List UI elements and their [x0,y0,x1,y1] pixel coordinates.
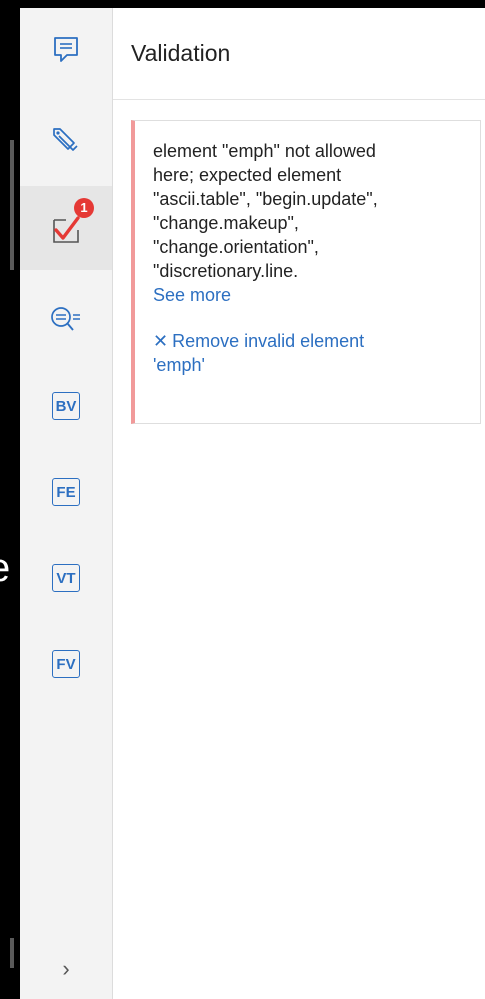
fv-panel-button[interactable]: FV [20,622,112,706]
background-window-edge: e [0,0,20,999]
see-more-link[interactable]: See more [153,283,231,307]
panel-header: Validation [113,8,485,100]
fix-label: Remove invalid element 'emph' [153,331,365,375]
background-scrollbar-lower [10,938,14,968]
error-message: element "emph" not allowed here; expecte… [153,141,378,281]
bv-panel-button[interactable]: BV [20,364,112,448]
close-icon: ✕ [153,331,169,351]
expand-sidebar-button[interactable]: › [20,939,112,999]
validation-error-card: element "emph" not allowed here; expecte… [131,120,481,424]
comments-button[interactable] [20,8,112,92]
chevron-right-icon: › [62,956,70,981]
side-toolbar: 1 BV FE VT FV › [20,8,113,999]
validation-panel: Validation element "emph" not allowed he… [113,8,485,999]
background-scrollbar-upper [10,140,14,270]
vt-icon: VT [52,564,80,592]
background-text-fragment: e [0,548,20,608]
bv-icon: BV [52,392,80,420]
validation-check-icon: 1 [48,198,94,246]
fe-icon: FE [52,478,80,506]
search-list-icon [51,307,80,331]
search-results-button[interactable] [20,278,112,362]
panel-title: Validation [131,40,231,66]
tags-button[interactable] [20,100,112,184]
vt-panel-button[interactable]: VT [20,536,112,620]
fe-panel-button[interactable]: FE [20,450,112,534]
remove-invalid-element-action[interactable]: ✕ Remove invalid element 'emph' [153,329,466,377]
fv-icon: FV [52,650,80,678]
tag-icon [53,128,78,151]
comment-icon [54,37,78,62]
validation-button[interactable]: 1 [20,186,112,270]
error-count-badge: 1 [74,198,94,218]
